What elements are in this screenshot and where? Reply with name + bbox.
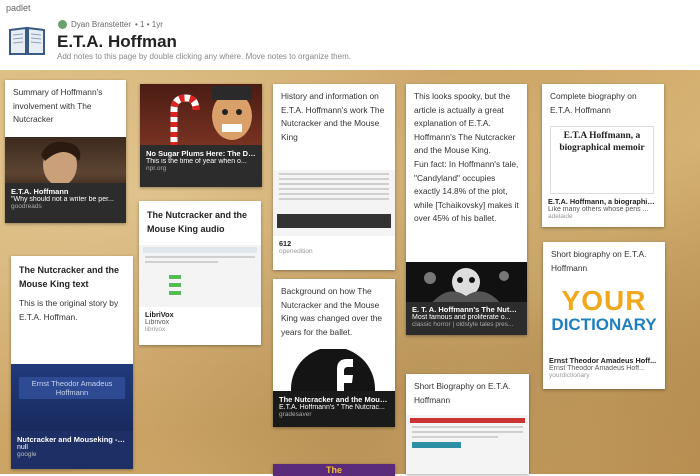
author-name[interactable]: Dyan Branstetter: [71, 20, 131, 29]
link-title: Ernst Theodor Amadeus Hoff...: [549, 356, 657, 365]
nutcracker-image: [140, 84, 262, 147]
book-cover-image: Ernst Theodor Amadeus Hoffmann: [11, 364, 133, 441]
link-description: null: [17, 444, 28, 451]
link-title: Nutcracker and Mouseking - G...: [17, 435, 127, 444]
link-source: npr.org: [146, 165, 167, 172]
link-source: librivox: [145, 326, 166, 333]
link-title: 612: [279, 239, 292, 248]
link-description: Most famous and proliferate o...: [412, 314, 511, 321]
note-title: The Nutcracker and the Mouse King audio: [147, 210, 248, 234]
link-card[interactable]: E.T.A. Hoffmann "Why should not a writer…: [5, 183, 126, 223]
link-title: E.T.A. Hoffmann: [11, 187, 69, 196]
author-line: Dyan Branstetter • 1 • 1yr: [58, 20, 163, 29]
link-card[interactable]: Nutcracker and Mouseking - G... null goo…: [11, 431, 133, 469]
link-description: Ernst Theodor Amadeus Hoff...: [549, 365, 645, 372]
link-title: E. T. A. Hoffmann's The Nutcra...: [412, 305, 521, 314]
link-title: The Nutcracker and the Mous...: [279, 395, 389, 404]
page-title: E.T.A. Hoffman: [57, 32, 177, 51]
yourdictionary-logo-image: YOUR DICTIONARY: [543, 286, 665, 354]
note-ballet-background[interactable]: Background on how The Nutcracker and the…: [273, 279, 395, 427]
note-short-biography[interactable]: Short Biography on E.T.A. Hoffmann: [406, 374, 529, 474]
link-description: This is the time of year when o...: [146, 158, 247, 165]
note-text: Complete biography on E.T.A. Hoffmann: [550, 91, 637, 115]
note-text: Summary of Hoffmann's involvement with T…: [13, 87, 103, 125]
note-history-info[interactable]: History and information on E.T.A. Hoffma…: [273, 84, 395, 270]
note-complete-biography[interactable]: Complete biography on E.T.A. Hoffmann E.…: [542, 84, 664, 227]
note-text: This looks spooky, but the article is ac…: [414, 91, 519, 224]
note-npr-article[interactable]: No Sugar Plums Here: The Dar... This is …: [140, 84, 262, 187]
link-source: gradesaver: [279, 411, 312, 418]
link-card[interactable]: E. T. A. Hoffmann's The Nutcra... Most f…: [406, 302, 527, 335]
note-short-biography-dictionary[interactable]: Short biography on E.T.A. Hoffmann YOUR …: [543, 242, 665, 389]
link-source: adelaide: [548, 213, 573, 220]
link-title: No Sugar Plums Here: The Dar...: [146, 149, 256, 158]
note-audio[interactable]: The Nutcracker and the Mouse King audio …: [139, 201, 261, 345]
link-source: classic horror | oldstyle tales pres...: [412, 321, 514, 328]
link-card[interactable]: Ernst Theodor Amadeus Hoff... Ernst Theo…: [543, 353, 665, 389]
link-source: goodreads: [11, 203, 42, 210]
biography-cover-image: E.T.A Hoffmann, a biographical memoir: [550, 126, 654, 194]
link-source: openedition: [279, 248, 313, 255]
logo-word-dictionary: DICTIONARY: [551, 315, 657, 334]
link-card[interactable]: 612 openedition: [273, 236, 395, 270]
note-hoffmann-summary[interactable]: Summary of Hoffmann's involvement with T…: [5, 80, 126, 223]
link-title: E.T.A. Hoffmann, a biographica...: [548, 197, 658, 206]
note-text: Background on how The Nutcracker and the…: [281, 286, 383, 337]
padlet-wall[interactable]: Summary of Hoffmann's involvement with T…: [0, 70, 700, 476]
link-card[interactable]: No Sugar Plums Here: The Dar... This is …: [140, 145, 262, 187]
link-card[interactable]: LibriVox Librivox librivox: [139, 307, 261, 345]
note-spooky-article[interactable]: This looks spooky, but the article is ac…: [406, 84, 527, 335]
note-story-text[interactable]: The Nutcracker and the Mouse King text T…: [11, 256, 133, 469]
document-preview-image: [273, 170, 395, 236]
note-text: This is the original story by E.T.A. Hof…: [19, 298, 119, 322]
webpage-preview-image: [406, 415, 529, 474]
note-text: Short Biography on E.T.A. Hoffmann: [414, 381, 511, 405]
logo-word-your: YOUR: [561, 285, 647, 316]
page-header: padlet Dyan Branstetter • 1 • 1yr E.T.A.…: [0, 0, 700, 70]
padlet-logo[interactable]: padlet: [6, 3, 31, 13]
note-text: Short biography on E.T.A. Hoffmann: [551, 249, 647, 273]
facebook-image: [273, 347, 395, 427]
link-description: Librivox: [145, 319, 170, 326]
partial-card-title: The: [325, 465, 342, 475]
author-meta: • 1 • 1yr: [135, 20, 163, 29]
cover-author-line2: Hoffmann: [55, 388, 89, 397]
note-title: The Nutcracker and the Mouse King text: [19, 265, 120, 289]
link-source: yourdictionary: [549, 372, 590, 379]
link-description: Like many others whose pens ...: [548, 206, 649, 213]
avatar[interactable]: [58, 20, 67, 29]
link-source: google: [17, 451, 37, 458]
link-title: LibriVox: [145, 310, 174, 319]
note-partial-bottom[interactable]: The: [273, 464, 395, 476]
page-description: Add notes to this page by double clickin…: [57, 52, 351, 61]
cover-title: E.T.A Hoffmann, a biographical memoir: [559, 131, 645, 153]
book-icon: [9, 26, 45, 55]
link-description: "Why should not a writer be per...: [11, 196, 114, 203]
cover-author-line1: Ernst Theodor Amadeus: [31, 379, 113, 388]
link-card[interactable]: The Nutcracker and the Mous... E.T.A. Ho…: [273, 391, 395, 427]
librivox-page-image: [139, 245, 261, 309]
note-text: History and information on E.T.A. Hoffma…: [281, 91, 385, 142]
link-card[interactable]: E.T.A. Hoffmann, a biographica... Like m…: [542, 194, 664, 227]
link-description: E.T.A. Hoffmann's " The Nutcrac...: [279, 404, 385, 411]
